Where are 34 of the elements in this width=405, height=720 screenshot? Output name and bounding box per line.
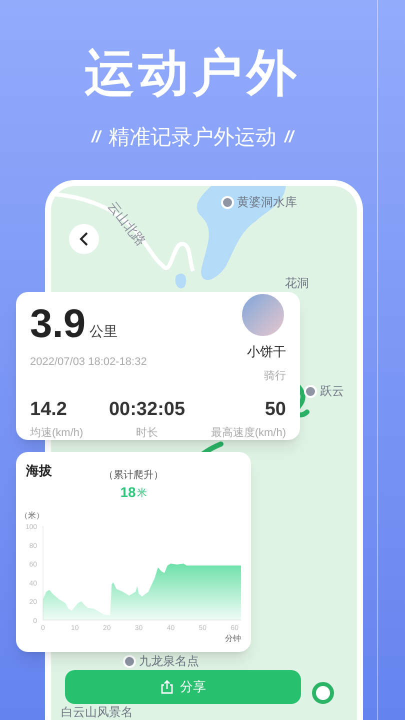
- climb-label: （累计爬升）: [104, 468, 164, 483]
- metric-value: 00:32:05: [108, 400, 186, 419]
- share-button[interactable]: 分享: [65, 670, 301, 704]
- page-title: 运动户外: [84, 48, 300, 98]
- slash-mark: //: [92, 128, 100, 148]
- climb-unit: 米: [136, 489, 147, 499]
- metric-label: 均速(km/h): [30, 426, 84, 441]
- map-label: 白云山风景名: [61, 705, 133, 719]
- metric-label: 最高速度(km/h): [210, 426, 286, 441]
- user-name: 小饼干: [247, 343, 286, 361]
- page-subtitle: 精准记录户外运动: [108, 125, 276, 151]
- card-title: 海拔: [26, 462, 52, 480]
- map-label: 黄婆洞水库: [237, 195, 297, 209]
- metric-label: 时长: [136, 426, 158, 441]
- map-pin-icon: [123, 654, 136, 668]
- map-marker: [312, 682, 334, 704]
- back-button[interactable]: [69, 224, 99, 254]
- map-label: 跃云: [320, 384, 344, 398]
- distance-unit: 公里: [90, 322, 118, 341]
- axis-label: 分钟: [225, 634, 241, 643]
- activity-datetime: 2022/07/03 18:02-18:32: [30, 355, 147, 370]
- map-pin-icon: [304, 384, 317, 398]
- map-label: 花洞: [285, 276, 309, 290]
- metric-value: 50: [264, 400, 286, 419]
- road-label: 云山北路: [104, 198, 150, 250]
- climb-value: 18: [120, 485, 136, 499]
- back-icon: [79, 232, 89, 246]
- axis-label: （米）: [20, 511, 44, 520]
- activity-type: 骑行: [264, 368, 286, 384]
- map-label: 九龙泉名点: [139, 654, 199, 668]
- distance-value: 3.9: [30, 304, 86, 344]
- slash-mark: //: [284, 128, 294, 148]
- share-icon: [160, 680, 174, 694]
- metric-value: 14.2: [30, 400, 67, 419]
